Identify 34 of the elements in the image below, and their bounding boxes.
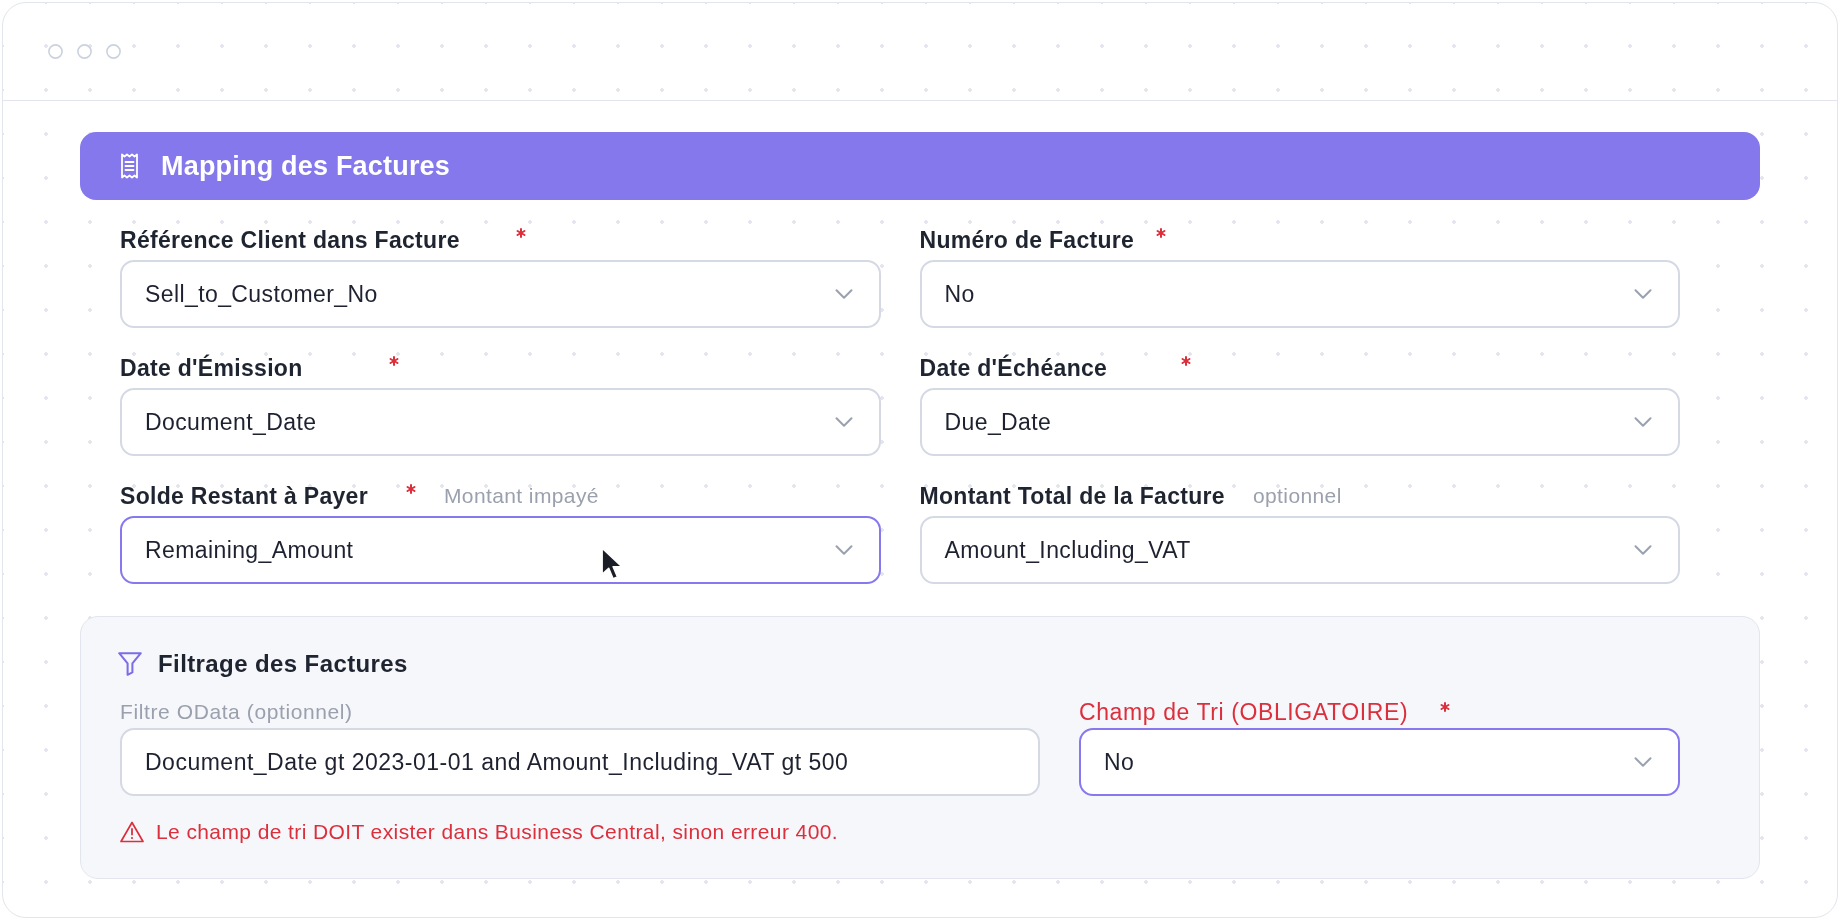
field-label: Filtre OData (optionnel) bbox=[120, 699, 353, 726]
dropdown-select[interactable]: Sell_to_Customer_No bbox=[120, 260, 881, 328]
field-label: Numéro de Facture bbox=[919, 225, 1135, 255]
window-control-icon[interactable] bbox=[77, 44, 92, 59]
dropdown-select[interactable]: No bbox=[919, 260, 1680, 328]
field-label: Date d'Émission bbox=[120, 353, 303, 383]
panel-title: Filtrage des Factures bbox=[158, 649, 408, 679]
warning-icon bbox=[120, 821, 144, 843]
field-label: Solde Restant à Payer bbox=[120, 481, 368, 511]
field-label: Date d'Échéance bbox=[919, 353, 1108, 383]
input-field[interactable]: Document_Date gt 2023-01-01 and Amount_Including_VAT gt 500 bbox=[120, 728, 1040, 796]
chevron-down-icon bbox=[1634, 757, 1652, 767]
section-title: Mapping des Factures bbox=[161, 149, 451, 183]
receipt-icon bbox=[120, 153, 139, 179]
dropdown-select[interactable]: Remaining_Amount bbox=[120, 516, 881, 584]
dropdown-select[interactable]: No bbox=[1079, 728, 1680, 796]
chevron-down-icon bbox=[834, 417, 853, 427]
window-control-icon[interactable] bbox=[106, 44, 121, 59]
window-control-icon[interactable] bbox=[48, 44, 63, 59]
chevron-down-icon bbox=[834, 289, 853, 299]
chevron-down-icon bbox=[1634, 545, 1652, 555]
chevron-down-icon bbox=[834, 545, 853, 555]
field-hint: Montant impayé bbox=[443, 483, 599, 510]
chevron-down-icon bbox=[1634, 289, 1652, 299]
field-label: Montant Total de la Facture bbox=[919, 481, 1225, 511]
chevron-down-icon bbox=[1634, 417, 1652, 427]
warning-message: Le champ de tri DOIT exister dans Business Central, sinon erreur 400. bbox=[156, 819, 839, 846]
field-label: Référence Client dans Facture bbox=[120, 225, 460, 255]
field-hint: optionnel bbox=[1252, 483, 1342, 510]
dropdown-select[interactable]: Amount_Including_VAT bbox=[919, 516, 1680, 584]
filter-icon bbox=[118, 652, 142, 676]
dropdown-select[interactable]: Due_Date bbox=[919, 388, 1680, 456]
field-label: Champ de Tri (OBLIGATOIRE) bbox=[1079, 697, 1409, 727]
dropdown-select[interactable]: Document_Date bbox=[120, 388, 881, 456]
